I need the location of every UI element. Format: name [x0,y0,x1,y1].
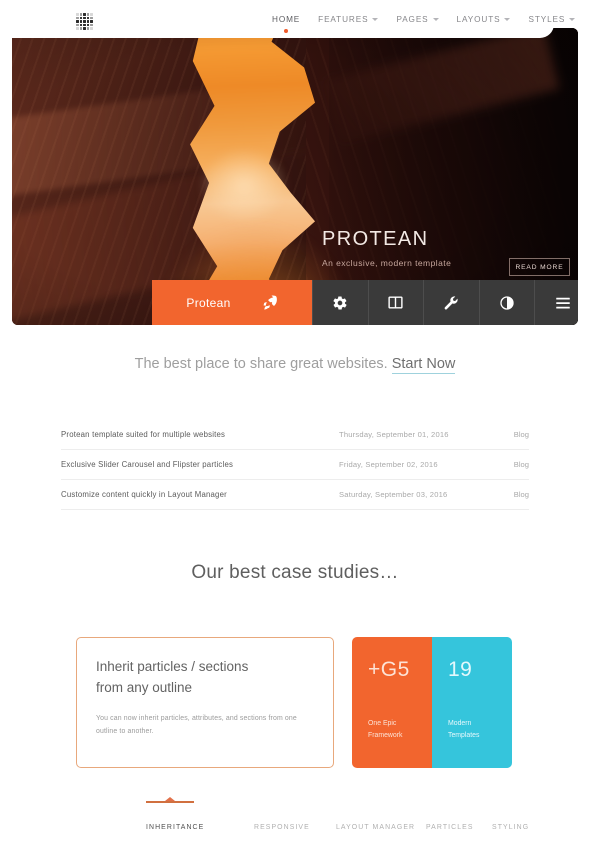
toolbar-brand-label: Protean [186,295,231,310]
hero-title: PROTEAN [322,228,429,250]
stat-caption-line1: One Epic [368,720,397,727]
stat-tiles: +G5 One Epic Framework 19 Modern Templat… [352,637,512,768]
article-category: Blog [513,430,529,439]
tab-particles[interactable]: PARTICLES [426,824,492,831]
card-title-line2: from any outline [96,679,193,695]
stat-number: 19 [448,658,473,681]
hero-subtitle: An exclusive, modern template [322,258,452,268]
tab-layout-manager[interactable]: LAYOUT MANAGER [336,824,426,831]
toolbar-brand-button[interactable]: Protean [152,280,312,325]
article-date: Friday, September 02, 2016 [339,460,438,469]
card-title-line1: Inherit particles / sections [96,659,249,674]
menu-item-label: FEATURES [318,14,369,24]
card-title: Inherit particles / sections from any ou… [96,657,314,699]
article-date: Saturday, September 03, 2016 [339,490,448,499]
article-category: Blog [513,460,529,469]
hamburger-menu-icon [554,296,572,310]
card-description: You can now inherit particles, attribute… [96,714,297,735]
menu-item-label: LAYOUTS [456,14,501,24]
article-date: Thursday, September 01, 2016 [339,430,449,439]
article-title: Customize content quickly in Layout Mana… [61,490,227,499]
menu-item-features[interactable]: FEATURES [318,13,379,26]
hero-banner: PROTEAN An exclusive, modern template RE… [12,28,578,325]
menu-item-label: HOME [272,14,301,24]
active-menu-dot-icon [284,28,289,33]
page-title: Our best case studies… [191,562,399,583]
menu-item-home[interactable]: HOME [272,13,301,33]
table-row[interactable]: Customize content quickly in Layout Mana… [61,480,529,510]
toolbar-button-menu[interactable] [534,280,578,325]
stat-number: +G5 [368,658,410,681]
rocket-icon [261,294,278,311]
start-now-link[interactable]: Start Now [391,356,456,374]
stat-caption: One Epic Framework [368,718,432,741]
page-root: PROTEAN An exclusive, modern template RE… [0,0,590,850]
menu-item-pages[interactable]: PAGES [396,13,439,26]
tab-inheritance[interactable]: INHERITANCE [146,824,254,831]
tagline-text: The best place to share great websites. [134,356,388,372]
toolbar-button-wrench[interactable] [423,280,479,325]
tab-styling[interactable]: STYLING [492,824,529,831]
menu-item-label: STYLES [528,14,566,24]
menu-item-layouts[interactable]: LAYOUTS [457,13,511,26]
article-title: Exclusive Slider Carousel and Flipster p… [61,460,234,469]
stat-caption-line2: Templates [448,731,480,739]
chevron-down-icon [372,18,379,21]
stat-caption-line1: Modern [448,720,472,727]
stat-tile-framework[interactable]: +G5 One Epic Framework [352,637,432,768]
stat-caption: Modern Templates [448,718,512,741]
wrench-icon [443,295,459,311]
main-menu: HOME FEATURES PAGES LAYOUTS STYLES [272,0,576,38]
table-row[interactable]: Protean template suited for multiple web… [61,420,529,450]
table-row[interactable]: Exclusive Slider Carousel and Flipster p… [61,450,529,480]
chevron-down-icon [432,18,439,21]
dot-grid-logo-icon[interactable] [76,13,93,30]
columns-icon [387,294,404,311]
tab-responsive[interactable]: RESPONSIVE [254,824,336,831]
hero-copy: PROTEAN An exclusive, modern template [322,228,451,268]
article-list: Protean template suited for multiple web… [61,420,529,510]
menu-item-styles[interactable]: STYLES [528,13,576,26]
active-tab-marker-icon [146,801,194,803]
stat-caption-line2: Framework [368,731,403,739]
toolbar-button-columns[interactable] [367,280,424,325]
inherit-particles-card[interactable]: Inherit particles / sections from any ou… [76,637,334,768]
chevron-down-icon [504,18,511,21]
chevron-down-icon [569,18,576,21]
contrast-icon [499,295,515,311]
menu-item-label: PAGES [396,14,429,24]
case-study-cards: Inherit particles / sections from any ou… [76,637,512,768]
toolbar-button-contrast[interactable] [478,280,535,325]
top-navigation-bar: HOME FEATURES PAGES LAYOUTS STYLES [0,0,576,38]
stat-tile-templates[interactable]: 19 Modern Templates [432,637,512,768]
article-category: Blog [513,490,529,499]
tagline: The best place to share great websites. … [0,356,590,374]
gear-icon [332,295,348,311]
icon-toolbar: Protean [152,280,578,325]
toolbar-button-gear[interactable] [312,280,368,325]
read-more-button[interactable]: READ MORE [509,258,570,276]
article-title: Protean template suited for multiple web… [61,430,226,439]
feature-tabs: INHERITANCE RESPONSIVE LAYOUT MANAGER PA… [146,824,529,831]
